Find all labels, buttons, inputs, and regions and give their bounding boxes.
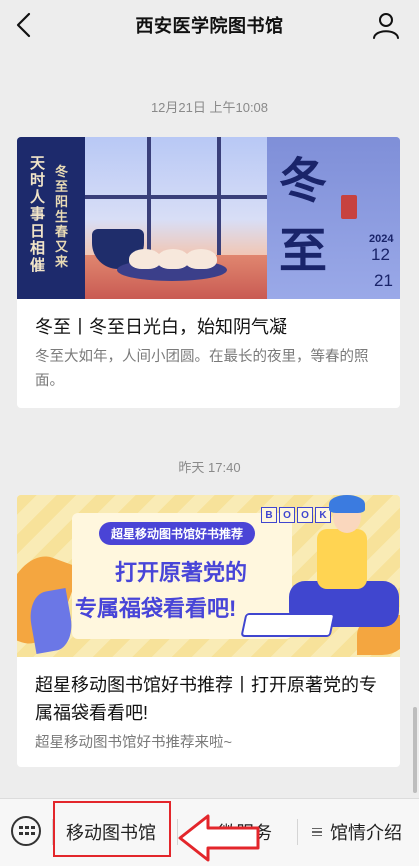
cover-date-day: 21 <box>374 271 393 290</box>
menu-item-label: 馆情介绍 <box>330 823 402 843</box>
article-card-winter-solstice[interactable]: 天时人事日相催 冬至阳生春又来 冬 至 2024 12 21 冬至丨冬至日光白，… <box>17 137 400 408</box>
cover-title-char-2: 至 <box>279 223 328 279</box>
highlight-box <box>53 801 171 857</box>
article-cover-image: 天时人事日相催 冬至阳生春又来 冬 至 2024 12 21 <box>17 137 400 299</box>
cover-pill-label: 超星移动图书馆好书推荐 <box>99 522 256 545</box>
cover-year: 2024 <box>369 233 394 245</box>
article-description: 冬至大如年，人间小团圆。在最长的夜里，等春的照面。 <box>35 349 369 389</box>
article-title: 冬至丨冬至日光白，始知阴气凝 <box>35 317 287 337</box>
article-title: 超星移动图书馆好书推荐丨打开原著党的专属福袋看看吧! <box>35 675 377 723</box>
cover-poem-line-1: 天时人事日相催 <box>30 154 46 274</box>
cover-headline-2: 专属福袋看看吧! <box>75 596 237 621</box>
scrollbar[interactable] <box>413 707 417 793</box>
keyboard-icon[interactable] <box>11 816 41 846</box>
open-book-illustration <box>240 613 336 637</box>
article-description: 超星移动图书馆好书推荐来啦~ <box>35 735 232 751</box>
cover-date-month: 12 <box>371 245 390 264</box>
message-timestamp: 昨天 17:40 <box>178 460 241 475</box>
article-cover-image: 超星移动图书馆好书推荐 打开原著党的 专属福袋看看吧! B O O K <box>17 495 400 657</box>
cover-poem-line-2: 冬至阳生春又来 <box>55 165 69 270</box>
top-nav-bar: 西安医学院图书馆 <box>0 0 419 50</box>
cover-title-char-1: 冬 <box>279 153 328 209</box>
cover-headline-1: 打开原著党的 <box>115 560 248 585</box>
message-timestamp: 12月21日 上午10:08 <box>150 100 269 115</box>
red-seal-stamp <box>341 195 357 219</box>
cover-book-letter: O <box>297 507 313 523</box>
page-title: 西安医学院图书馆 <box>135 16 284 36</box>
arrow-left-icon <box>178 814 260 862</box>
cover-book-letter: O <box>279 507 295 523</box>
menu-lines-icon <box>312 826 322 839</box>
menu-item-library-intro[interactable]: 馆情介绍 <box>312 815 402 849</box>
user-icon[interactable] <box>371 10 401 40</box>
chevron-left-icon[interactable] <box>12 11 36 39</box>
article-card-book-recommendation[interactable]: 超星移动图书馆好书推荐 打开原著党的 专属福袋看看吧! B O O K 超星移动… <box>17 495 400 767</box>
cover-book-letter: B <box>261 507 277 523</box>
